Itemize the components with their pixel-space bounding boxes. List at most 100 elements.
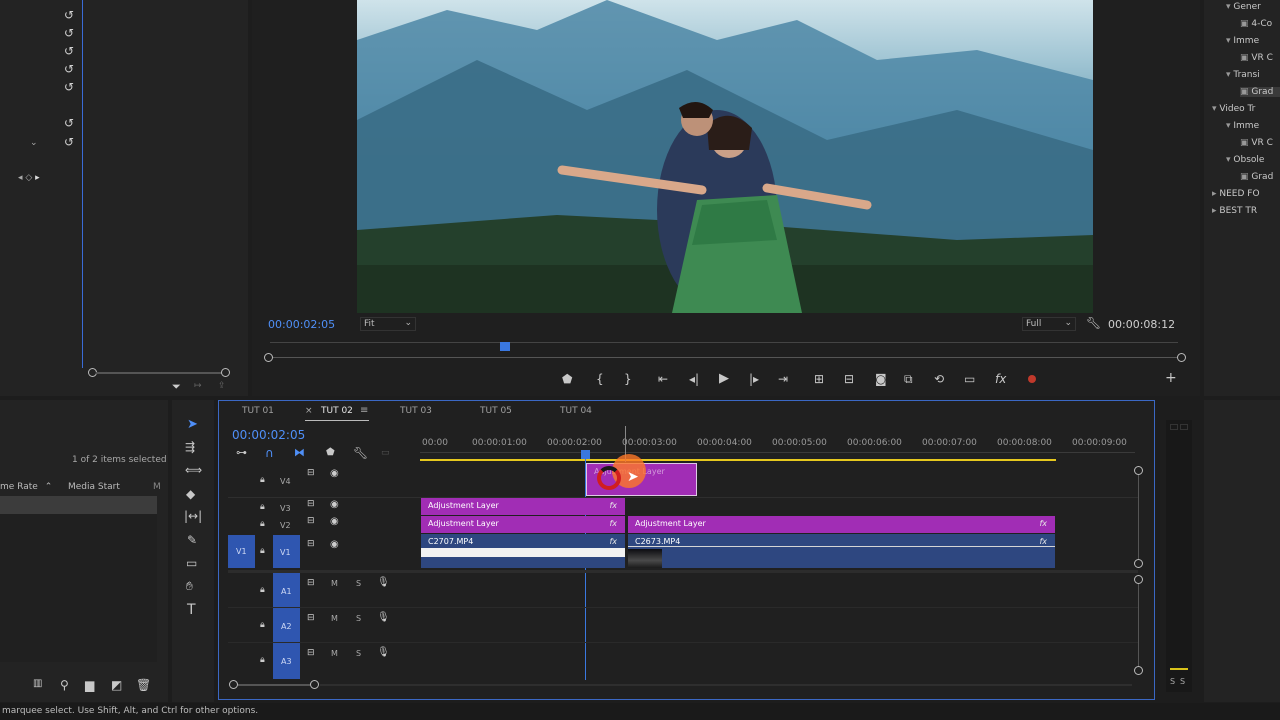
rectangle-icon[interactable]: ▭	[186, 557, 197, 569]
effects-tree-item[interactable]: ▣ Grad	[1240, 172, 1273, 182]
sync-lock-icon[interactable]: ⊟	[307, 613, 315, 623]
timeline-timecode[interactable]: 00:00:02:05	[232, 428, 305, 442]
timeline-scroll-track[interactable]	[320, 684, 1132, 686]
lock-icon[interactable]: 🔒︎	[260, 475, 265, 485]
search-icon[interactable]: ⚲	[60, 679, 69, 691]
mark-out-icon[interactable]: }	[624, 373, 632, 385]
step-back-icon[interactable]: ◂|	[689, 373, 699, 385]
microphone-icon[interactable]: 🎙︎	[377, 577, 390, 588]
resolution-select[interactable]: Full ⌄	[1022, 317, 1076, 331]
effects-tree-item[interactable]: ▾ Video Tr	[1212, 104, 1255, 114]
folder-icon[interactable]: ▆	[85, 679, 94, 691]
lift-icon[interactable]: ⊞	[814, 373, 824, 385]
trash-icon[interactable]: 🗑︎	[136, 679, 151, 691]
go-to-out-icon[interactable]: ⇥	[778, 373, 788, 385]
sync-lock-icon[interactable]: ⊟	[307, 648, 315, 658]
export-icon[interactable]: ↦	[194, 381, 202, 391]
play-icon[interactable]: ▶	[719, 372, 729, 385]
reset-icon[interactable]: ↺	[64, 26, 74, 40]
clip-v1-c2673[interactable]: C2673.MP4 fx	[628, 534, 1055, 568]
video-tracks-scrollbar[interactable]	[1134, 466, 1144, 568]
zoom-scrollbar[interactable]	[88, 368, 230, 378]
lock-icon[interactable]: 🔒︎	[260, 655, 265, 665]
selected-row[interactable]	[0, 496, 157, 514]
go-to-in-icon[interactable]: ⇤	[658, 373, 668, 385]
fx-icon[interactable]: fx	[995, 373, 1006, 385]
lock-icon[interactable]: 🔒︎	[260, 519, 265, 529]
mute-button[interactable]: M	[331, 579, 338, 588]
sync-lock-icon[interactable]: ⊟	[307, 516, 315, 526]
camera-icon[interactable]: ◙	[875, 373, 887, 385]
solo-button[interactable]: S	[356, 614, 361, 623]
razor-icon[interactable]: ◆	[186, 488, 195, 500]
mute-button[interactable]: M	[331, 649, 338, 658]
mark-in-icon[interactable]: {	[596, 373, 604, 385]
tab-tut-04[interactable]: TUT 04	[560, 406, 592, 416]
reset-icon[interactable]: ↺	[64, 135, 74, 149]
eye-icon[interactable]: ◉	[330, 539, 339, 550]
type-tool-icon[interactable]: T	[187, 603, 196, 617]
mute-button[interactable]: M	[331, 614, 338, 623]
pen-icon[interactable]: ✎	[187, 534, 197, 546]
tab-tut-01[interactable]: TUT 01	[242, 406, 274, 416]
trim-icon[interactable]: ⟲	[934, 373, 944, 385]
effects-tree-item[interactable]: ▣ Grad	[1240, 87, 1280, 97]
linked-selection-icon[interactable]: ⧓	[294, 446, 305, 459]
wrench-icon[interactable]: 🔧︎	[1086, 316, 1101, 330]
compare-icon[interactable]: ⧉	[904, 373, 913, 385]
chevron-down-icon[interactable]: ⌄	[30, 138, 38, 148]
eye-icon[interactable]: ◉	[330, 499, 339, 510]
add-button-icon[interactable]: +	[1165, 371, 1177, 385]
meter-solo-left[interactable]: S	[1170, 677, 1175, 686]
lock-icon[interactable]: 🔒︎	[260, 585, 265, 595]
share-icon[interactable]: ⇪	[218, 381, 226, 391]
selection-tool-icon[interactable]: ➤	[187, 417, 198, 432]
effects-tree-item[interactable]: ▾ Gener	[1226, 2, 1261, 12]
program-timecode-current[interactable]: 00:00:02:05	[268, 318, 335, 331]
effects-tree-item[interactable]: ▸ BEST TR	[1212, 206, 1257, 216]
project-list-area[interactable]	[0, 514, 157, 662]
nest-icon[interactable]: ⊶	[236, 447, 247, 458]
effects-tree-item[interactable]: ▾ Obsole	[1226, 155, 1264, 165]
step-forward-icon[interactable]: |▸	[749, 373, 759, 385]
captions-icon[interactable]: ▭	[381, 448, 390, 458]
tab-close-icon[interactable]: ×	[305, 406, 313, 416]
reset-icon[interactable]: ↺	[64, 44, 74, 58]
work-area-bar[interactable]	[420, 459, 1056, 461]
reset-icon[interactable]: ↺	[64, 62, 74, 76]
clip-v1-c2707[interactable]: C2707.MP4 fx	[421, 534, 625, 568]
effects-tree-item[interactable]: ▣ VR C	[1240, 53, 1273, 63]
lock-icon[interactable]: 🔒︎	[260, 620, 265, 630]
hand-icon[interactable]: ✋︎	[186, 580, 193, 592]
track-select-icon[interactable]: ⇶	[185, 441, 195, 453]
new-item-icon[interactable]: ◩	[111, 679, 122, 691]
tab-tut-03[interactable]: TUT 03	[400, 406, 432, 416]
timeline-zoom-bar[interactable]	[229, 680, 319, 690]
tab-menu-icon[interactable]: ≡	[360, 405, 368, 416]
clip-v2-adjustment-b[interactable]: Adjustment Layer fx	[628, 516, 1055, 533]
sync-lock-icon[interactable]: ⊟	[307, 578, 315, 588]
clip-v3-adjustment[interactable]: Adjustment Layer fx	[421, 498, 625, 515]
fit-select[interactable]: Fit ⌄	[360, 317, 416, 331]
extract-icon[interactable]: ⊟	[844, 373, 854, 385]
effects-tree-item[interactable]: ▣ 4-Co	[1240, 19, 1272, 29]
effects-tree-item[interactable]: ▾ Imme	[1226, 36, 1259, 46]
lock-icon[interactable]: 🔒︎	[260, 546, 265, 556]
sync-lock-icon[interactable]: ⊟	[307, 468, 315, 478]
eye-icon[interactable]: ◉	[330, 468, 339, 479]
slip-icon[interactable]: |↔|	[184, 510, 202, 522]
microphone-icon[interactable]: 🎙︎	[377, 647, 390, 658]
tab-tut-02[interactable]: TUT 02	[321, 406, 353, 416]
audio-tracks-scrollbar[interactable]	[1134, 575, 1144, 675]
column-header-media-start[interactable]: Media Start	[68, 482, 120, 492]
snap-icon[interactable]: ∩	[265, 446, 274, 460]
column-header-frame-rate[interactable]: me Rate ⌃	[0, 482, 60, 492]
solo-button[interactable]: S	[356, 649, 361, 658]
ripple-edit-icon[interactable]: ⟺	[185, 464, 202, 476]
lock-icon[interactable]: 🔒︎	[260, 502, 265, 512]
reset-icon[interactable]: ↺	[64, 80, 74, 94]
reset-icon[interactable]: ↺	[64, 116, 74, 130]
wrench-icon[interactable]: 🔧︎	[353, 447, 368, 459]
eye-icon[interactable]: ◉	[330, 516, 339, 527]
effects-tree-item[interactable]: ▾ Transi	[1226, 70, 1260, 80]
